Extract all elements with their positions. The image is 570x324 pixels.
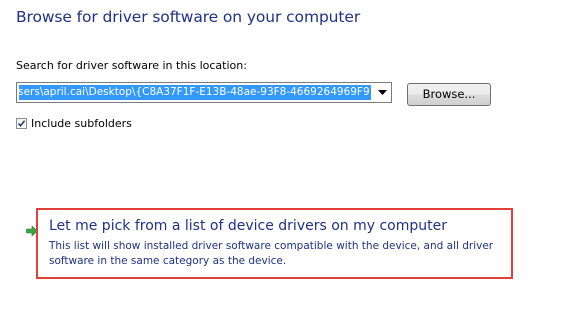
pick-from-list-link[interactable]: Let me pick from a list of device driver… — [49, 218, 447, 234]
search-location-combobox[interactable]: Jsers\april.cai\Desktop\{C8A37F1F-E13B-4… — [16, 82, 392, 103]
include-subfolders-checkbox[interactable] — [16, 117, 27, 129]
search-location-input[interactable]: Jsers\april.cai\Desktop\{C8A37F1F-E13B-4… — [19, 85, 371, 100]
pick-from-list-description: This list will show installed driver sof… — [49, 240, 494, 267]
checkmark-icon — [17, 119, 26, 127]
dropdown-arrow-icon[interactable] — [373, 83, 391, 102]
include-subfolders-label[interactable]: Include subfolders — [31, 117, 132, 130]
include-subfolders-row[interactable]: Include subfolders — [16, 116, 132, 130]
page-title: Browse for driver software on your compu… — [16, 8, 361, 26]
browse-button[interactable]: Browse... — [407, 83, 491, 106]
search-location-label: Search for driver software in this locat… — [16, 59, 247, 72]
